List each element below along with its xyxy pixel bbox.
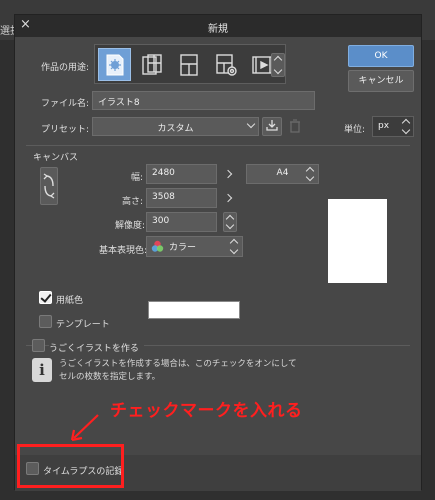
comic-icon[interactable] — [135, 48, 168, 81]
page-icon[interactable] — [172, 48, 205, 81]
preset-value: カスタム — [157, 124, 194, 134]
info-line-1: うごくイラストを作成する場合は、このチェックをオンにして — [59, 359, 297, 369]
resolution-label: 解像度: — [115, 221, 146, 231]
paper-color-swatch[interactable] — [148, 301, 240, 319]
ok-button[interactable]: OK — [348, 45, 414, 67]
dialog-titlebar: × 新規 — [15, 15, 421, 37]
annotation-arrow-icon — [70, 414, 99, 442]
annotation-text: チェックマークを入れる — [110, 401, 303, 421]
swap-icon — [43, 173, 55, 199]
info-line-2: セルの枚数を指定します。 — [59, 372, 161, 382]
preset-label: プリセット: — [41, 125, 90, 135]
canvas-section-title: キャンバス — [33, 150, 85, 163]
size-preset-stepper-icon — [304, 165, 318, 183]
paper-color-label: 用紙色 — [56, 296, 84, 306]
color-mode-value: カラー — [169, 243, 197, 253]
info-icon: i — [32, 358, 52, 382]
unit-stepper-icon — [400, 117, 414, 136]
size-preset-value: A4 — [276, 168, 289, 178]
color-mode-label: 基本表現色: — [99, 246, 148, 256]
animation-label: うごくイラストを作る — [49, 341, 144, 354]
color-mode-stepper-icon — [228, 237, 242, 256]
animation-info-text: うごくイラストを作成する場合は、このチェックをオンにして セルの枚数を指定します… — [59, 358, 297, 384]
save-preset-icon — [266, 120, 278, 131]
template-checkbox[interactable] — [39, 315, 52, 328]
width-label: 幅: — [131, 173, 144, 183]
canvas-preview — [328, 199, 387, 283]
use-scroll-stepper[interactable] — [271, 53, 285, 77]
unit-label: 単位: — [344, 125, 366, 135]
height-input[interactable]: 3508 — [146, 188, 217, 208]
resolution-input[interactable]: 300 — [146, 212, 217, 232]
resolution-stepper[interactable] — [223, 212, 237, 232]
paper-color-checkbox[interactable] — [39, 291, 52, 304]
use-label: 作品の用途: — [41, 63, 90, 73]
unit-value: px — [378, 121, 390, 131]
annotation-highlight-box — [17, 444, 124, 488]
filename-label: ファイル名: — [41, 99, 90, 109]
animation-checkbox[interactable] — [32, 339, 45, 352]
swap-orientation-button[interactable] — [40, 167, 58, 205]
illustration-icon[interactable] — [98, 48, 131, 81]
settings-page-icon[interactable] — [209, 48, 242, 81]
save-preset-button[interactable] — [262, 117, 282, 136]
color-wheel-icon — [151, 240, 164, 252]
template-label: テンプレート — [56, 320, 110, 330]
width-input[interactable]: 2480 — [146, 164, 217, 184]
preset-dropdown[interactable]: カスタム — [92, 117, 259, 136]
dialog-title: 新規 — [208, 24, 228, 35]
trash-icon[interactable] — [289, 119, 301, 136]
cancel-button[interactable]: キャンセル — [348, 70, 414, 92]
filename-input[interactable]: イラスト8 — [92, 91, 315, 110]
use-selector — [94, 44, 286, 84]
height-label: 高さ: — [122, 197, 144, 207]
